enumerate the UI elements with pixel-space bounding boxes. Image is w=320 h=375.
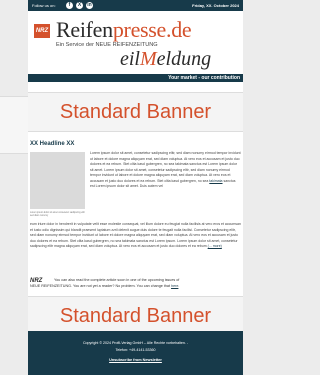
- footer-phone: Telefon: +49-4141-53360: [115, 348, 156, 352]
- header: NRZ Reifenpresse.de Ein Service der NEUE…: [28, 11, 243, 74]
- article-inline-link[interactable]: takimata: [209, 179, 222, 183]
- x-icon[interactable]: X: [76, 2, 83, 9]
- article-image[interactable]: [30, 152, 85, 209]
- left-rail: [0, 0, 28, 375]
- footer: Copyright © 2024 Profil-Verlag GmbH – Al…: [28, 331, 243, 375]
- image-caption: Lorem ipsum dolor sit amet consetetur sa…: [30, 212, 85, 217]
- eil-rest: eldung: [156, 48, 212, 70]
- notice-text: NEUE REIFENZEITUNG. You are not yet a re…: [30, 284, 170, 288]
- date-label: Friday, XX. October 2024: [192, 3, 239, 8]
- brand-main: Reifen: [56, 17, 113, 42]
- unsubscribe-link[interactable]: Unsubscribe from Newsletter: [28, 358, 243, 362]
- newsletter-email: Follow us on: f X in Friday, XX. October…: [28, 0, 243, 375]
- brand-accent: presse.de: [112, 17, 192, 42]
- article: Lorem ipsum dolor sit amet consetetur sa…: [28, 149, 243, 277]
- bottom-banner[interactable]: Standard Banner: [28, 296, 243, 336]
- top-banner[interactable]: Standard Banner: [28, 92, 243, 132]
- brand-logo[interactable]: Reifenpresse.de: [56, 17, 192, 43]
- eil-accent: M: [140, 48, 157, 70]
- nrz-logo-icon: NRZ: [34, 24, 50, 38]
- notice-line-1: You can also read the complete article s…: [54, 278, 180, 282]
- slogan-stripe: Your market - our contribution: [28, 74, 243, 82]
- footer-copyright: Copyright © 2024 Profil-Verlag GmbH – Al…: [82, 341, 189, 345]
- article-body-top: Lorem ipsum dolor sit amet, consetetur s…: [90, 151, 241, 190]
- more-link[interactable]: (... more): [208, 244, 222, 248]
- article-headline[interactable]: XX Headline XX: [30, 141, 243, 147]
- linkedin-icon[interactable]: in: [86, 2, 93, 9]
- left-rail-panel: [0, 96, 28, 154]
- notice-line-2: NEUE REIFENZEITUNG. You are not yet a re…: [30, 284, 241, 289]
- top-bar: Follow us on: f X in Friday, XX. October…: [28, 0, 243, 11]
- follow-label: Follow us on:: [32, 3, 56, 8]
- eil-main: eil: [120, 48, 140, 70]
- eilmeldung-title: eilMeldung: [120, 48, 211, 71]
- notice-end: .: [178, 284, 180, 288]
- issue-notice: NRZ You can also read the complete artic…: [28, 277, 243, 291]
- facebook-icon[interactable]: f: [66, 2, 73, 9]
- article-body-bottom: eum iriure dolor in hendrerit in vulputa…: [30, 222, 241, 250]
